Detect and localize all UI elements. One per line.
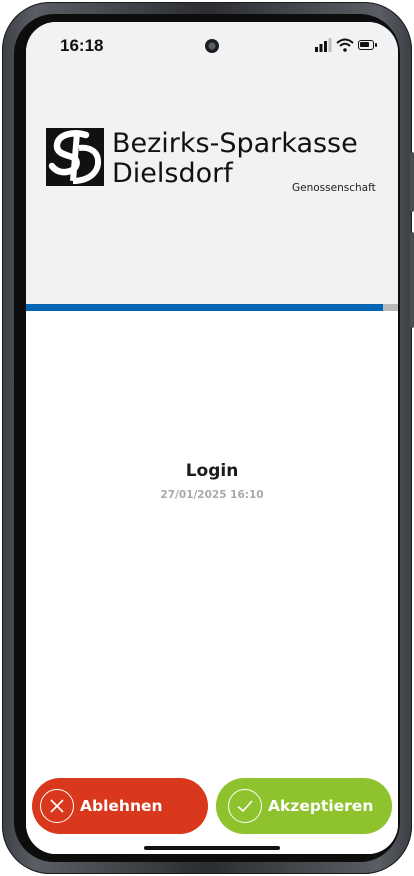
status-time: 16:18 xyxy=(60,36,104,55)
power-button xyxy=(410,232,414,328)
app-screen: 16:18 Bezirks-Sparkasse Dielsdorf Genoss… xyxy=(26,22,398,854)
volume-button xyxy=(410,152,414,212)
bank-logo: Bezirks-Sparkasse Dielsdorf Genossenscha… xyxy=(46,128,386,198)
request-title: Login xyxy=(185,461,239,481)
bank-subtitle: Genossenschaft xyxy=(292,182,376,194)
check-circle-icon xyxy=(228,789,262,823)
close-circle-icon xyxy=(40,789,74,823)
header-area: 16:18 Bezirks-Sparkasse Dielsdorf Genoss… xyxy=(26,22,398,304)
accept-button[interactable]: Akzeptieren xyxy=(216,778,392,834)
sparkasse-logo-icon xyxy=(46,128,104,186)
reject-button[interactable]: Ablehnen xyxy=(32,778,208,834)
progress-fill xyxy=(26,304,384,311)
bank-name: Bezirks-Sparkasse Dielsdorf xyxy=(112,129,358,189)
wifi-icon xyxy=(336,38,354,52)
progress-bar xyxy=(26,304,398,311)
bank-name-line1: Bezirks-Sparkasse xyxy=(112,128,358,159)
status-bar: 16:18 xyxy=(26,22,398,66)
status-icons xyxy=(314,38,377,54)
signal-icon xyxy=(315,38,332,52)
request-timestamp: 27/01/2025 16:10 xyxy=(160,489,264,501)
front-camera xyxy=(205,39,219,53)
accept-button-label: Akzeptieren xyxy=(268,797,374,815)
home-indicator[interactable] xyxy=(144,846,280,850)
reject-button-label: Ablehnen xyxy=(80,797,163,815)
login-request-panel: Login 27/01/2025 16:10 Ablehnen Akzeptie… xyxy=(26,311,398,854)
battery-icon xyxy=(358,40,377,50)
